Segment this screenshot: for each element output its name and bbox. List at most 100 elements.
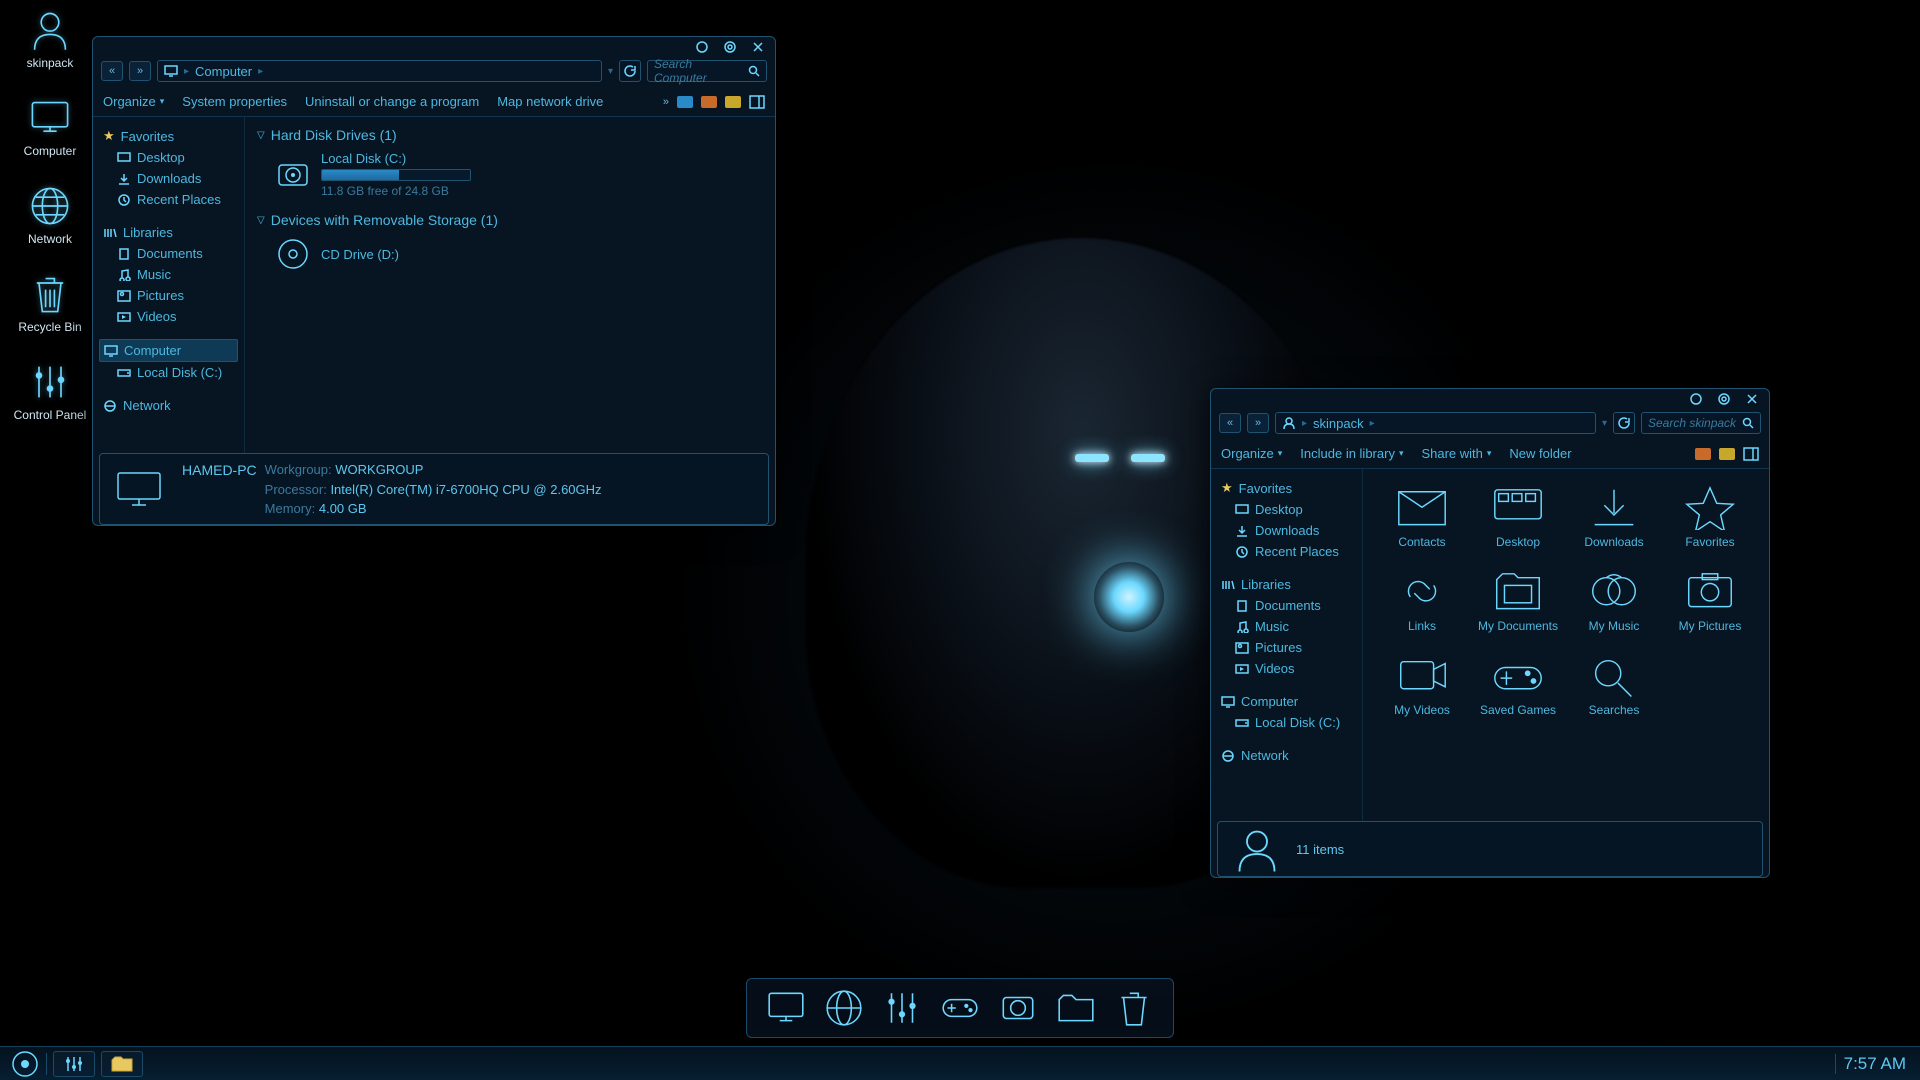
dock-recycle-bin[interactable] [1113, 987, 1155, 1029]
start-button[interactable] [10, 1049, 40, 1079]
sidebar: ★Favorites Desktop Downloads Recent Plac… [1211, 469, 1363, 821]
sidebar-downloads[interactable]: Downloads [1217, 520, 1356, 541]
close-button[interactable] [749, 40, 767, 54]
user-icon [28, 8, 72, 52]
preview-pane-icon[interactable] [749, 95, 765, 109]
folder-desktop[interactable]: Desktop [1475, 483, 1561, 549]
breadcrumb-skinpack[interactable]: skinpack [1313, 416, 1364, 431]
sidebar-videos[interactable]: Videos [1217, 658, 1356, 679]
back-button[interactable]: « [1219, 413, 1241, 433]
sidebar-music[interactable]: Music [99, 264, 238, 285]
map-drive-button[interactable]: Map network drive [497, 94, 603, 109]
view-button-3[interactable] [725, 96, 741, 108]
system-properties-button[interactable]: System properties [182, 94, 287, 109]
sidebar-downloads[interactable]: Downloads [99, 168, 238, 189]
sidebar-favorites[interactable]: ★Favorites [1217, 477, 1356, 499]
dock-network[interactable] [823, 987, 865, 1029]
view-button-2[interactable] [701, 96, 717, 108]
folder-my-music[interactable]: My Music [1571, 567, 1657, 633]
clock[interactable]: 7:57 AM [1835, 1054, 1910, 1074]
breadcrumb[interactable]: ▸ Computer ▸ [157, 60, 602, 82]
desktop-icon-recycle-bin[interactable]: Recycle Bin [12, 272, 88, 334]
sidebar-documents[interactable]: Documents [1217, 595, 1356, 616]
folder-saved-games[interactable]: Saved Games [1475, 651, 1561, 717]
organize-menu[interactable]: Organize▾ [103, 94, 164, 109]
sidebar-computer[interactable]: Computer [99, 339, 238, 362]
folder-my-documents[interactable]: My Documents [1475, 567, 1561, 633]
picture-icon [117, 290, 131, 302]
more-menu[interactable]: » [663, 96, 669, 108]
preview-pane-icon[interactable] [1743, 447, 1759, 461]
sidebar-network[interactable]: Network [1217, 745, 1356, 766]
sidebar-pictures[interactable]: Pictures [99, 285, 238, 306]
sidebar-local-disk-c[interactable]: Local Disk (C:) [99, 362, 238, 383]
sidebar-favorites[interactable]: ★Favorites [99, 125, 238, 147]
taskbar: 7:57 AM [0, 1046, 1920, 1080]
breadcrumb-dropdown[interactable]: ▾ [1602, 418, 1607, 429]
sidebar-local-disk-c[interactable]: Local Disk (C:) [1217, 712, 1356, 733]
sidebar-documents[interactable]: Documents [99, 243, 238, 264]
view-button-1[interactable] [677, 96, 693, 108]
sidebar-computer[interactable]: Computer [1217, 691, 1356, 712]
sidebar-recent-places[interactable]: Recent Places [99, 189, 238, 210]
maximize-button[interactable] [1715, 392, 1733, 406]
folder-icon [1681, 567, 1739, 615]
task-control-panel[interactable] [53, 1051, 95, 1077]
folder-my-videos[interactable]: My Videos [1379, 651, 1465, 717]
sidebar-desktop[interactable]: Desktop [99, 147, 238, 168]
share-with-menu[interactable]: Share with▾ [1421, 446, 1491, 461]
forward-button[interactable]: » [129, 61, 151, 81]
dock-disk[interactable] [997, 987, 1039, 1029]
desktop-icon-skinpack[interactable]: skinpack [12, 8, 88, 70]
dock-computer[interactable] [765, 987, 807, 1029]
folder-contacts[interactable]: Contacts [1379, 483, 1465, 549]
sidebar-libraries[interactable]: Libraries [1217, 574, 1356, 595]
maximize-button[interactable] [721, 40, 739, 54]
folder-searches[interactable]: Searches [1571, 651, 1657, 717]
task-explorer[interactable] [101, 1051, 143, 1077]
uninstall-button[interactable]: Uninstall or change a program [305, 94, 479, 109]
sidebar-videos[interactable]: Videos [99, 306, 238, 327]
sidebar-network[interactable]: Network [99, 395, 238, 416]
dock-control-panel[interactable] [881, 987, 923, 1029]
section-removable[interactable]: ▽Devices with Removable Storage (1) [257, 212, 763, 228]
breadcrumb-dropdown[interactable]: ▾ [608, 66, 613, 77]
section-hdd[interactable]: ▽Hard Disk Drives (1) [257, 127, 763, 143]
dock-games[interactable] [939, 987, 981, 1029]
breadcrumb[interactable]: ▸ skinpack ▸ [1275, 412, 1596, 434]
music-icon [117, 269, 131, 281]
drive-cd[interactable]: CD Drive (D:) [275, 236, 763, 272]
refresh-button[interactable] [619, 60, 641, 82]
refresh-button[interactable] [1613, 412, 1635, 434]
drive-local-disk-c[interactable]: Local Disk (C:) 11.8 GB free of 24.8 GB [275, 151, 763, 198]
search-input[interactable]: Search skinpack [1641, 412, 1761, 434]
desktop-icon-network[interactable]: Network [12, 184, 88, 246]
sidebar-recent-places[interactable]: Recent Places [1217, 541, 1356, 562]
sidebar-desktop[interactable]: Desktop [1217, 499, 1356, 520]
folder-my-pictures[interactable]: My Pictures [1667, 567, 1753, 633]
forward-button[interactable]: » [1247, 413, 1269, 433]
folder-downloads[interactable]: Downloads [1571, 483, 1657, 549]
new-folder-button[interactable]: New folder [1509, 446, 1571, 461]
minimize-button[interactable] [1687, 392, 1705, 406]
organize-menu[interactable]: Organize▾ [1221, 446, 1282, 461]
folder-favorites[interactable]: Favorites [1667, 483, 1753, 549]
breadcrumb-computer[interactable]: Computer [195, 64, 252, 79]
folder-links[interactable]: Links [1379, 567, 1465, 633]
dock-folder[interactable] [1055, 987, 1097, 1029]
minimize-button[interactable] [693, 40, 711, 54]
addressbar: « » ▸ Computer ▸ ▾ Search Computer [93, 55, 775, 87]
statusbar: 11 items [1217, 821, 1763, 877]
sidebar-pictures[interactable]: Pictures [1217, 637, 1356, 658]
desktop-icon-control-panel[interactable]: Control Panel [12, 360, 88, 422]
close-button[interactable] [1743, 392, 1761, 406]
view-button-1[interactable] [1695, 448, 1711, 460]
sidebar-music[interactable]: Music [1217, 616, 1356, 637]
include-library-menu[interactable]: Include in library▾ [1300, 446, 1403, 461]
document-icon [117, 248, 131, 260]
desktop-icon-computer[interactable]: Computer [12, 96, 88, 158]
sidebar-libraries[interactable]: Libraries [99, 222, 238, 243]
back-button[interactable]: « [101, 61, 123, 81]
search-input[interactable]: Search Computer [647, 60, 767, 82]
view-button-2[interactable] [1719, 448, 1735, 460]
